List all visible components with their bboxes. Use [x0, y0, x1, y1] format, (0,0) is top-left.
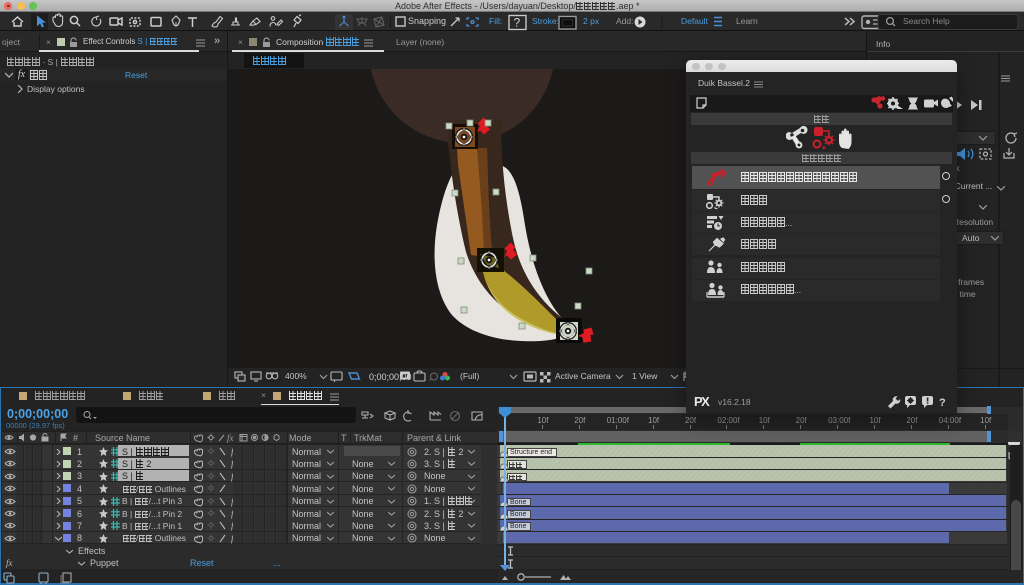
svg-text:?: ? — [514, 16, 521, 30]
svg-text:?: ? — [939, 397, 946, 409]
svg-text:fx: fx — [227, 433, 234, 443]
